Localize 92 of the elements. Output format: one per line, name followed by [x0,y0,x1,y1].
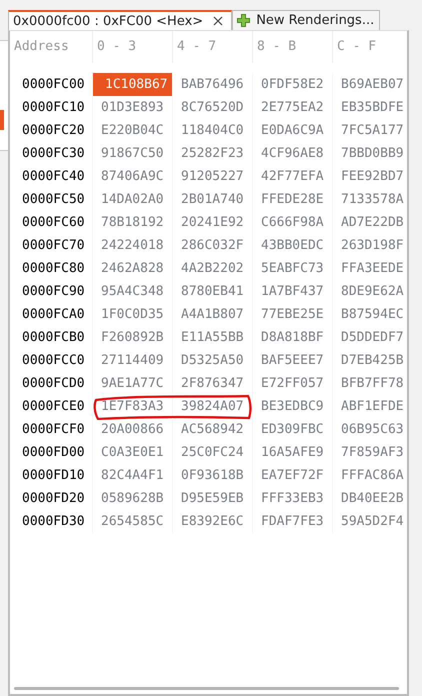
hex-cell: 0589628B [92,487,172,510]
hex-cell: 1F0C0D35 [92,303,172,326]
hex-cell: 87406A9C [92,165,172,188]
hex-cell: AC568942 [172,418,252,441]
hex-cell: 9AE1A77C [92,372,172,395]
horizontal-scrollbar[interactable] [14,687,399,690]
hex-cell: D8A818BF [252,326,332,349]
hex-cell: A4A1B807 [172,303,252,326]
address-cell-text: 0000FCF0 [21,421,86,439]
tab-label: New Renderings... [256,13,374,28]
hex-cell: 25282F23 [172,142,252,165]
hex-cell: 4CF96AE8 [252,142,332,165]
address-cell-text: 0000FC90 [21,283,86,301]
hex-cell: 286C032F [172,234,252,257]
hex-cell: ED309FBC [252,418,332,441]
hex-cell: FFF33EB3 [252,487,332,510]
hex-cell: C0A3E0E1 [92,441,172,464]
selection-marker [0,110,4,130]
hex-cell: 14DA02A0 [92,188,172,211]
hex-cell: D95E59EB [172,487,252,510]
hex-cell: 5EABFC73 [252,257,332,280]
hex-cell: 2E775EA2 [252,96,332,119]
hex-cell: 1A7BF437 [252,280,332,303]
hex-cell: 25C0FC24 [172,441,252,464]
tab-label: 0x0000fc00 : 0xFC00 <Hex> [13,14,204,28]
address-cell-text: 0000FC30 [21,145,86,163]
address-cell-text: 0000FC10 [21,99,86,117]
address-cell-text: 0000FC70 [21,237,86,255]
hex-cell: EA7EF72F [252,464,332,487]
hex-cell: 16A5AFE9 [252,441,332,464]
hex-cell: 1C108B67 [92,73,172,96]
hex-cell: 0F93618B [172,464,252,487]
close-icon[interactable] [213,16,224,26]
hex-cell: E72FF057 [252,372,332,395]
address-cell-text: 0000FC80 [21,260,86,278]
hex-cell: 01D3E893 [92,96,172,119]
hex-cell: F260892B [92,326,172,349]
hex-cell: E0DA6C9A [252,119,332,142]
plus-icon [237,14,250,27]
hex-cell: C666F98A [252,211,332,234]
hex-cell: 4A2B2202 [172,257,252,280]
address-cell-text: 0000FCE0 [21,398,86,416]
hex-cell: FFEDE28E [252,188,332,211]
hex-cell: 2654585C [92,510,172,533]
address-cell-text: 0000FC00 [21,76,86,94]
column-header: 8 - B [252,31,332,63]
hex-cell: 82C4A4F1 [92,464,172,487]
hex-cell: 2B01A740 [172,188,252,211]
address-cell-text: 0000FC50 [21,191,86,209]
hex-cell: 1E7F83A3 [92,395,172,418]
hex-cell: 91867C50 [92,142,172,165]
hex-cell: 39824A07 [172,395,252,418]
hex-cell: BAB76496 [172,73,252,96]
column-header: 0 - 3 [92,31,172,63]
column-header: Address [13,38,70,56]
address-cell-text: 0000FCC0 [21,352,86,370]
hex-cell: E11A55BB [172,326,252,349]
hex-cell: 2F876347 [172,372,252,395]
address-cell-text: 0000FD10 [21,467,86,485]
hex-cell: 20A00866 [92,418,172,441]
hex-cell: FDAF7FE3 [252,510,332,533]
hex-cell: 0FDF58E2 [252,73,332,96]
hex-cell: 27114409 [92,349,172,372]
hex-cell: 95A4C348 [92,280,172,303]
hex-cell: E220B04C [92,119,172,142]
hex-cell: 91205227 [172,165,252,188]
hex-cell: BAF5EEE7 [252,349,332,372]
column-header: 4 - 7 [172,31,252,63]
address-cell-text: 0000FC40 [21,168,86,186]
address-cell-text: 0000FD20 [21,490,86,508]
hex-cell: 24224018 [92,234,172,257]
address-cell-text: 0000FC20 [21,122,86,140]
address-cell-text: 0000FCA0 [21,306,86,324]
hex-cell: 20241E92 [172,211,252,234]
hex-cell: 8780EB41 [172,280,252,303]
hex-cell: BE3EDBC9 [252,395,332,418]
address-cell-text: 0000FC60 [21,214,86,232]
tab[interactable]: 0x0000fc00 : 0xFC00 <Hex> [8,10,232,30]
address-cell-text: 0000FCB0 [21,329,86,347]
hex-cell: 8C76520D [172,96,252,119]
hex-cell: 78B18192 [92,211,172,234]
address-cell-text: 0000FCD0 [21,375,86,393]
address-cell-text: 0000FD00 [21,444,86,462]
hex-cell: 42F77EFA [252,165,332,188]
address-cell-text: 0000FD30 [21,513,86,531]
hex-cell: 77EBE25E [252,303,332,326]
tab[interactable]: New Renderings... [232,10,380,30]
hex-cell: 118404C0 [172,119,252,142]
hex-cell: E8392E6C [172,510,252,533]
hex-cell: 43BB0EDC [252,234,332,257]
hex-cell: 2462A828 [92,257,172,280]
hex-cell: D5325A50 [172,349,252,372]
